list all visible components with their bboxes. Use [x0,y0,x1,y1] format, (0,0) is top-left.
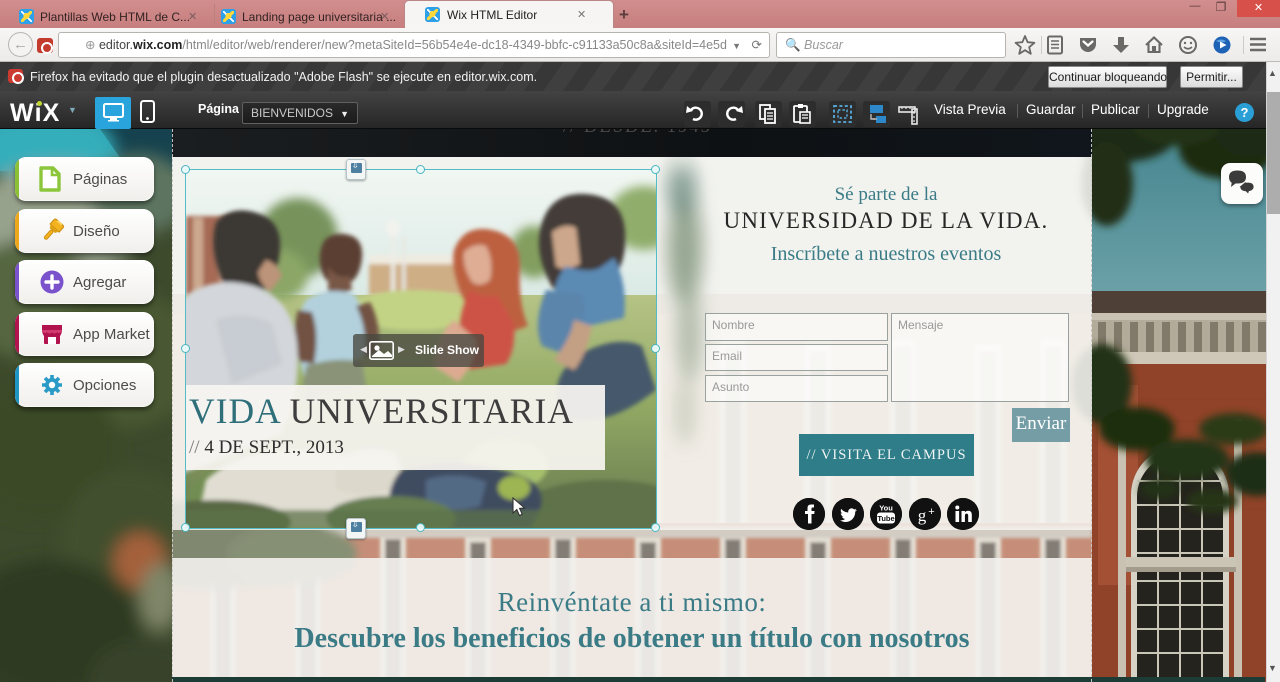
svg-text:+: + [928,506,934,518]
svg-text:You: You [879,504,893,513]
svg-text:Tube: Tube [877,514,894,523]
svg-text:g: g [918,506,927,525]
